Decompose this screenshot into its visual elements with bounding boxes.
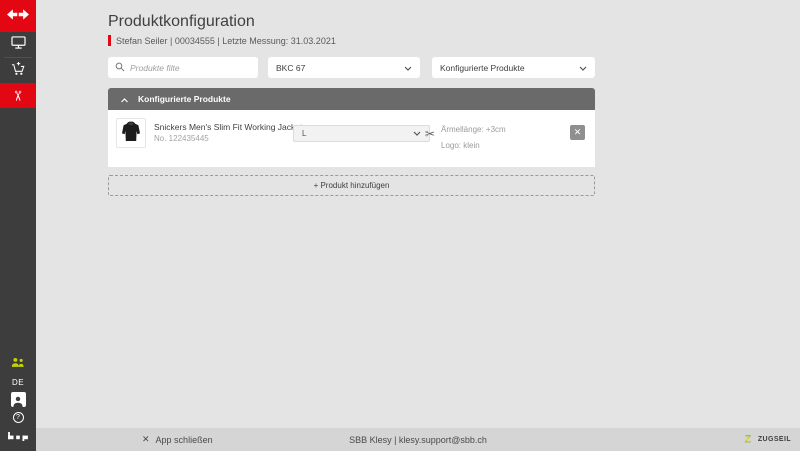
chevron-up-icon [120, 90, 129, 108]
brand-name: ZUGSEIL [758, 436, 791, 443]
app-window: ✂ DE ? [0, 0, 800, 451]
alteration-logo: Logo: klein [441, 141, 480, 150]
product-name: Snickers Men's Slim Fit Working Jacket [154, 122, 302, 132]
sidebar-bottom: DE ? [0, 355, 36, 446]
brand-logo: Z ZUGSEIL [744, 431, 791, 449]
language-selector[interactable]: DE [12, 378, 24, 387]
user-info-text: Stefan Seiler | 00034555 | Letzte Messun… [116, 36, 336, 46]
view-select-value: Konfigurierte Produkte [440, 63, 525, 73]
view-select[interactable]: Konfigurierte Produkte [432, 57, 595, 78]
avatar[interactable] [11, 392, 26, 407]
support-contact: SBB Klesy | klesy.support@sbb.ch [349, 435, 487, 445]
product-search[interactable] [108, 57, 258, 78]
jacket-image [119, 119, 143, 148]
cart-plus-icon [11, 61, 26, 81]
filter-row: BKC 67 Konfigurierte Produkte [108, 57, 595, 78]
bp-logo-icon [8, 428, 28, 446]
sidebar-item-cart[interactable] [0, 58, 36, 83]
size-select-value: L [302, 129, 306, 138]
product-thumbnail [116, 118, 146, 148]
measurement-select[interactable]: BKC 67 [268, 57, 420, 78]
svg-text:Z: Z [744, 433, 751, 443]
alteration-sleeve-length: Ärmellänge: +3cm [441, 125, 506, 134]
chevron-down-icon [579, 63, 587, 73]
chevron-down-icon [404, 63, 412, 73]
configured-products-header[interactable]: Konfigurierte Produkte [108, 88, 595, 110]
sidebar-item-configurator-active[interactable]: ✂ [0, 83, 36, 108]
accent-bar [108, 35, 111, 46]
panel-title: Konfigurierte Produkte [138, 94, 231, 104]
close-app-button[interactable]: ✕ App schließen [142, 435, 213, 445]
sbb-double-arrow-icon [7, 7, 29, 25]
chevron-down-icon [413, 129, 421, 138]
sidebar-item-monitor[interactable] [0, 32, 36, 57]
alteration-scissors-icon: ✂ [425, 128, 435, 140]
page-title: Produktkonfiguration [108, 13, 255, 31]
sidebar: ✂ DE ? [0, 0, 36, 451]
footer-bar: ✕ App schließen SBB Klesy | klesy.suppor… [36, 428, 800, 451]
close-icon: ✕ [574, 128, 582, 137]
scissors-icon: ✂ [11, 90, 25, 102]
measurement-select-value: BKC 67 [276, 63, 305, 73]
search-icon [115, 59, 125, 77]
close-icon: ✕ [142, 435, 150, 444]
help-icon[interactable]: ? [13, 412, 24, 423]
group-icon[interactable] [11, 355, 25, 373]
remove-product-button[interactable]: ✕ [570, 125, 585, 140]
add-product-button[interactable]: + Produkt hinzufügen [108, 175, 595, 196]
user-info-row: Stefan Seiler | 00034555 | Letzte Messun… [108, 35, 336, 46]
monitor-icon [11, 36, 26, 54]
zugseil-z-icon: Z [744, 431, 755, 449]
search-input[interactable] [130, 63, 251, 73]
close-app-label: App schließen [156, 435, 213, 445]
sbb-logo[interactable] [0, 0, 36, 32]
product-number: No. 122435445 [154, 134, 209, 143]
product-row: Snickers Men's Slim Fit Working Jacket N… [108, 110, 595, 167]
size-select[interactable]: L [293, 125, 430, 142]
